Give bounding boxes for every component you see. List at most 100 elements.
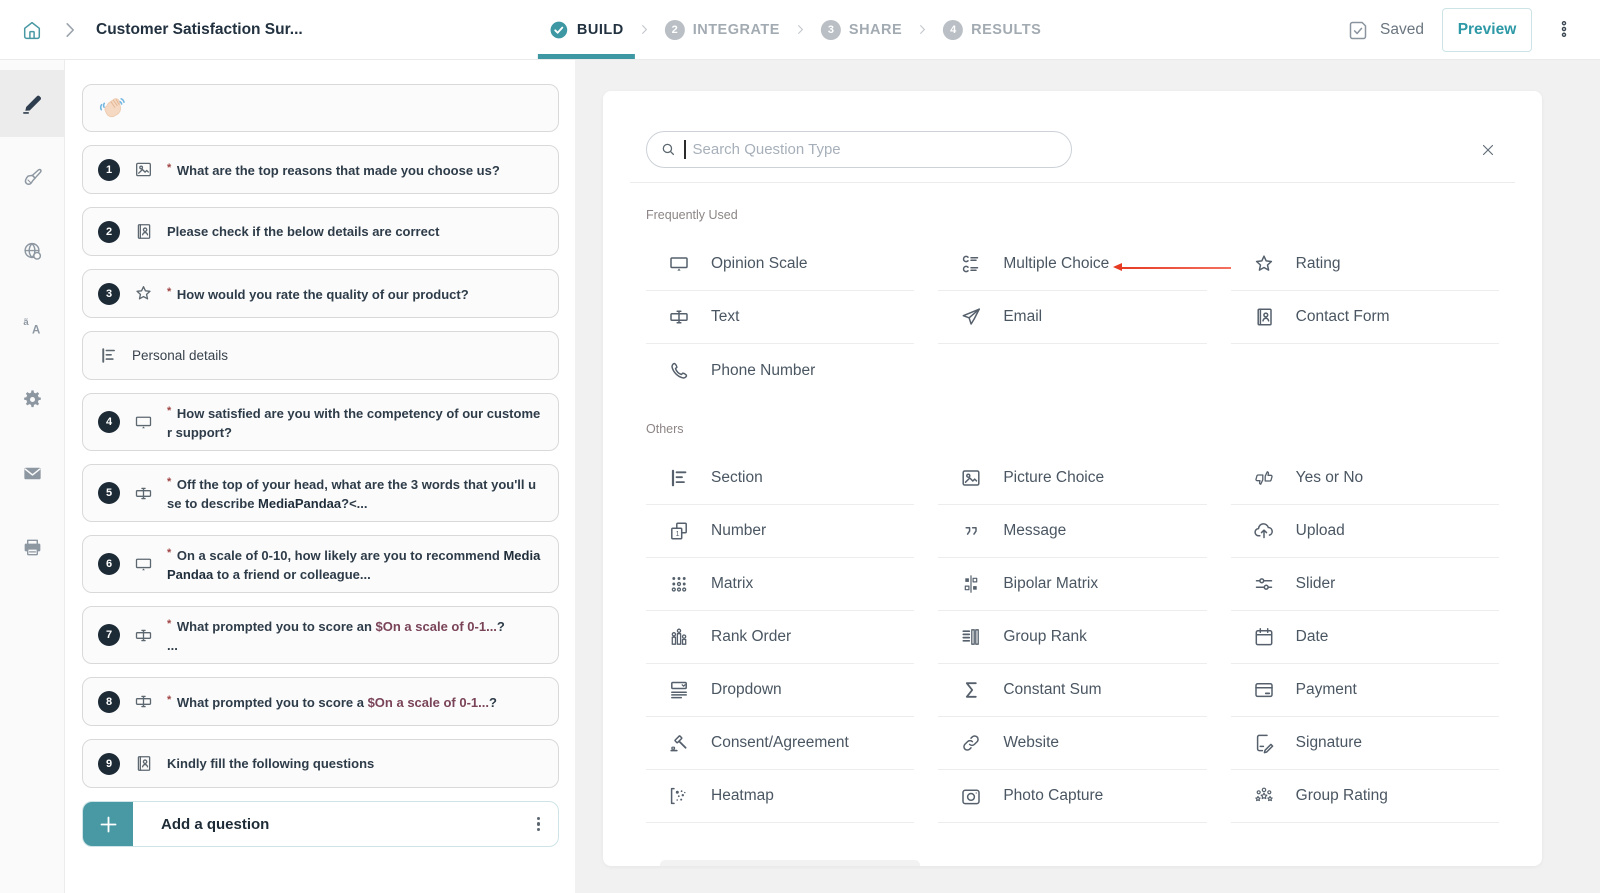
home-icon[interactable] <box>20 18 44 42</box>
type-email[interactable]: Email <box>938 291 1206 344</box>
text-icon <box>133 483 154 504</box>
type-multiple-choice[interactable]: Multiple Choice <box>938 238 1206 291</box>
svg-text:1: 1 <box>676 531 680 538</box>
type-label: Group Rating <box>1296 787 1388 805</box>
yes-or-no-icon <box>1252 466 1276 490</box>
type-yes-or-no[interactable]: Yes or No <box>1231 452 1499 505</box>
step-share[interactable]: 3 SHARE <box>821 0 902 59</box>
left-toolbar: ãA <box>0 60 65 893</box>
type-photo-capture[interactable]: Photo Capture <box>938 770 1206 823</box>
type-constant-sum[interactable]: Constant Sum <box>938 664 1206 717</box>
date-icon <box>1252 625 1276 649</box>
more-options-icon[interactable] <box>1550 16 1578 44</box>
svg-text:A: A <box>32 325 40 337</box>
question-card[interactable]: 2 Please check if the below details are c… <box>82 207 559 256</box>
scroll-cut-item <box>660 860 920 866</box>
type-heatmap[interactable]: Heatmap <box>646 770 914 823</box>
close-icon[interactable] <box>1477 139 1499 161</box>
type-consent-agreement[interactable]: Consent/Agreement <box>646 717 914 770</box>
search-box[interactable] <box>646 131 1072 168</box>
question-number: 9 <box>98 753 120 775</box>
question-card[interactable]: 3* How would you rate the quality of our… <box>82 269 559 318</box>
question-number: 2 <box>98 221 120 243</box>
type-website[interactable]: Website <box>938 717 1206 770</box>
type-label: Payment <box>1296 681 1357 699</box>
type-opinion-scale[interactable]: Opinion Scale <box>646 238 914 291</box>
type-date[interactable]: Date <box>1231 611 1499 664</box>
step-results[interactable]: 4RESULTS <box>943 0 1041 59</box>
check-circle-icon <box>549 20 569 40</box>
type-upload[interactable]: Upload <box>1231 505 1499 558</box>
section-card[interactable]: Personal details <box>82 331 559 380</box>
welcome-card[interactable] <box>82 84 559 132</box>
type-message[interactable]: Message <box>938 505 1206 558</box>
step-build[interactable]: BUILD <box>549 0 624 59</box>
dropdown-icon <box>667 678 691 702</box>
step-label: SHARE <box>849 22 902 38</box>
question-card[interactable]: 6* On a scale of 0-10, how likely are yo… <box>82 535 559 593</box>
question-number: 8 <box>98 691 120 713</box>
group-rank-icon <box>959 625 983 649</box>
sidebar-item-language[interactable] <box>0 218 64 285</box>
question-number: 5 <box>98 482 120 504</box>
heatmap-icon <box>667 784 691 808</box>
question-card[interactable]: 5* Off the top of your head, what are th… <box>82 464 559 522</box>
step-integrate[interactable]: 2INTEGRATE <box>665 0 780 59</box>
sidebar-item-settings[interactable] <box>0 366 64 433</box>
type-matrix[interactable]: Matrix <box>646 558 914 611</box>
opinion-scale-icon <box>667 252 691 276</box>
section-icon <box>667 466 691 490</box>
type-picture-choice[interactable]: Picture Choice <box>938 452 1206 505</box>
type-label: Constant Sum <box>1003 681 1101 699</box>
type-slider[interactable]: Slider <box>1231 558 1499 611</box>
question-text: * On a scale of 0-10, how likely are you… <box>167 544 543 584</box>
text-icon <box>133 625 154 646</box>
group-rating-icon <box>1252 784 1276 808</box>
type-bipolar-matrix[interactable]: Bipolar Matrix <box>938 558 1206 611</box>
question-text: Please check if the below details are co… <box>167 222 441 241</box>
type-phone-number[interactable]: Phone Number <box>646 344 914 397</box>
sidebar-item-email[interactable] <box>0 440 64 507</box>
required-mark: * <box>167 286 171 298</box>
pencil-icon <box>21 92 44 115</box>
type-label: Rating <box>1296 255 1341 273</box>
search-input[interactable] <box>693 141 1059 158</box>
type-contact-form[interactable]: Contact Form <box>1231 291 1499 344</box>
add-question-button[interactable]: Add a question <box>82 801 559 847</box>
matrix-icon <box>667 572 691 596</box>
type-group-rating[interactable]: Group Rating <box>1231 770 1499 823</box>
question-card[interactable]: 1* What are the top reasons that made yo… <box>82 145 559 194</box>
sidebar-item-print[interactable] <box>0 514 64 581</box>
type-rank-order[interactable]: Rank Order <box>646 611 914 664</box>
type-signature[interactable]: Signature <box>1231 717 1499 770</box>
question-text: * What prompted you to score a $On a sca… <box>167 691 499 712</box>
contact-form-icon <box>133 221 154 242</box>
question-card[interactable]: 8 * What prompted you to score a $On a sc… <box>82 677 559 726</box>
sidebar-item-translate[interactable]: ãA <box>0 292 64 359</box>
question-menu-icon[interactable] <box>533 813 544 836</box>
type-payment[interactable]: Payment <box>1231 664 1499 717</box>
picture-choice-icon <box>133 159 154 180</box>
type-text[interactable]: Text <box>646 291 914 344</box>
question-card[interactable]: 7* What prompted you to score an $On a s… <box>82 606 559 664</box>
type-number[interactable]: 1Number <box>646 505 914 558</box>
preview-button[interactable]: Preview <box>1442 8 1532 52</box>
type-grid: Frequently UsedOpinion ScaleMultiple Cho… <box>603 208 1542 823</box>
type-section[interactable]: Section <box>646 452 914 505</box>
type-dropdown[interactable]: Dropdown <box>646 664 914 717</box>
add-question-label: Add a question <box>161 816 269 833</box>
step-number: 4 <box>943 20 963 40</box>
picture-choice-icon <box>959 466 983 490</box>
sidebar-item-design[interactable] <box>0 144 64 211</box>
question-card[interactable]: 4* How satisfied are you with the compet… <box>82 393 559 451</box>
constant-sum-icon <box>959 678 983 702</box>
top-bar: Customer Satisfaction Sur... BUILD2INTEG… <box>0 0 1600 60</box>
type-label: Rank Order <box>711 628 791 646</box>
question-card[interactable]: 9Kindly fill the following questions <box>82 739 559 788</box>
photo-capture-icon <box>959 784 983 808</box>
sidebar-item-build[interactable] <box>0 70 64 137</box>
plus-icon[interactable] <box>83 801 133 847</box>
type-rating[interactable]: Rating <box>1231 238 1499 291</box>
step-number: 3 <box>821 20 841 40</box>
type-group-rank[interactable]: Group Rank <box>938 611 1206 664</box>
